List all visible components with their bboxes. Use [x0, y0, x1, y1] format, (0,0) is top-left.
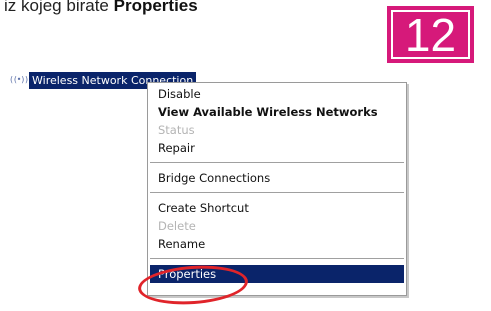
menu-item-status: Status: [158, 123, 195, 137]
instruction-caption: iz kojeg birate Properties: [4, 0, 198, 16]
menu-item-properties[interactable]: Properties: [150, 265, 404, 283]
caption-emphasis: Properties: [113, 0, 198, 15]
menu-item-bridge[interactable]: Bridge Connections: [148, 169, 406, 187]
menu-item-repair[interactable]: Repair: [148, 139, 406, 157]
menu-item-rename[interactable]: Rename: [148, 235, 406, 253]
context-menu: Disable View Available Wireless Networks…: [147, 82, 407, 296]
menu-item-view-networks[interactable]: View Available Wireless Networks: [148, 103, 406, 121]
step-number: 12: [404, 8, 457, 61]
caption-text: iz kojeg birate: [4, 0, 114, 15]
menu-separator: [150, 258, 404, 260]
menu-separator: [150, 192, 404, 194]
menu-item-disable[interactable]: Disable: [148, 85, 406, 103]
menu-item-create-shortcut[interactable]: Create Shortcut: [148, 199, 406, 217]
menu-item-delete: Delete: [158, 219, 196, 233]
wireless-network-icon: ((•)): [9, 75, 29, 84]
menu-separator: [150, 162, 404, 164]
step-number-badge: 12: [387, 6, 474, 63]
